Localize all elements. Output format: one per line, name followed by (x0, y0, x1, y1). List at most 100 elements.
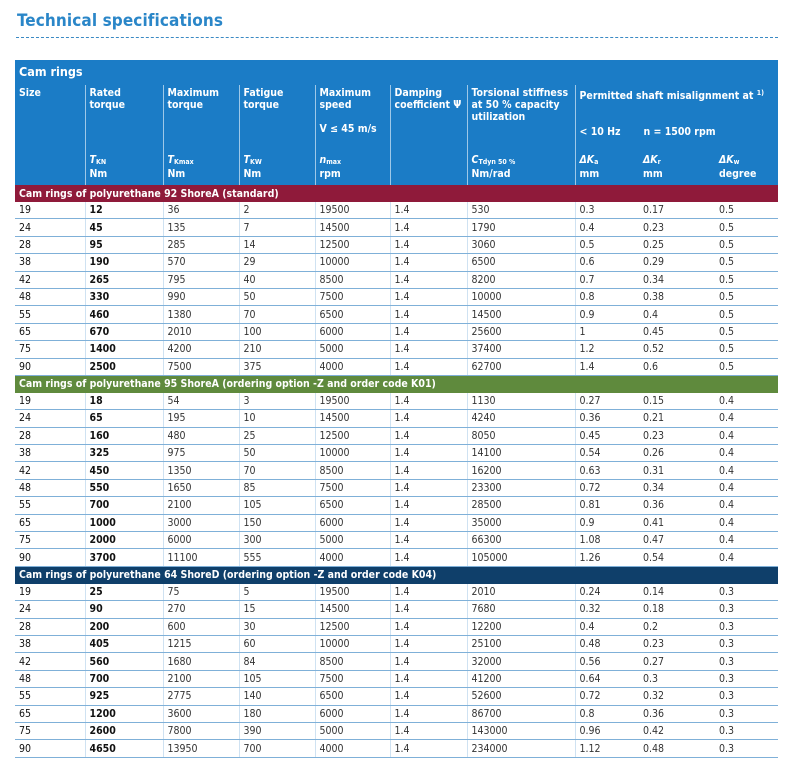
table-cell: 0.3 (715, 687, 779, 706)
table-cell: 0.3 (574, 202, 639, 220)
table-cell: 19500 (314, 583, 390, 602)
table-row: 65 670 2010 100 6000 1.4 25600 1 0.45 0.5 (15, 323, 779, 342)
table-cell: 0.23 (639, 635, 715, 654)
table-row: 24 65 195 10 14500 1.4 4240 0.36 0.21 0.4 (15, 409, 779, 428)
table-cell: 1400 (84, 340, 163, 359)
table-cell: 0.21 (639, 409, 715, 428)
table-cell: 0.3 (715, 670, 779, 689)
table-cell: 143000 (466, 722, 575, 741)
column-header-3: Fatigue torque (238, 85, 315, 147)
table-cell: 1.08 (574, 531, 639, 550)
symbol-sub-1: KN (95, 158, 107, 166)
table-cell: 0.24 (574, 583, 639, 602)
table-cell: 0.4 (715, 427, 779, 446)
table-cell: 1.4 (389, 461, 467, 480)
table-cell: 0.3 (715, 722, 779, 741)
table-cell: 2010 (466, 583, 575, 602)
table-cell: 45 (84, 218, 163, 237)
table-cell: 1.4 (389, 358, 467, 376)
table-cell: 1.4 (389, 253, 467, 272)
table-row: 48 330 990 50 7500 1.4 10000 0.8 0.38 0.5 (15, 288, 779, 307)
table-cell: 0.5 (715, 202, 779, 220)
table-row: 28 200 600 30 12500 1.4 12200 0.4 0.2 0.3 (15, 618, 779, 636)
table-cell: 0.4 (715, 514, 779, 533)
table-cell: 100 (238, 323, 315, 342)
table-cell: 6500 (314, 305, 390, 324)
table-cell: 1.4 (389, 722, 467, 741)
table-cell: 60 (238, 635, 315, 654)
table-row: 38 325 975 50 10000 1.4 14100 0.54 0.26 0.4 (15, 444, 779, 463)
table-cell: 7800 (162, 722, 239, 741)
table-cell: 0.4 (715, 548, 779, 567)
table-row: 24 45 135 7 14500 1.4 1790 0.4 0.23 0.5 (15, 218, 779, 237)
table-cell: 52600 (466, 687, 575, 706)
symbol-sub-4: max (326, 158, 342, 166)
table-cell: 0.5 (715, 236, 779, 255)
table-cell: 55 (15, 496, 85, 515)
table-cell: 12500 (314, 236, 390, 255)
group-title: Cam rings of polyurethane 95 ShoreA (ord… (15, 375, 779, 393)
table-cell: 460 (84, 305, 163, 324)
table-cell: 1.4 (389, 583, 467, 602)
table-cell: 0.96 (574, 722, 639, 741)
table-cell: 5000 (314, 722, 390, 741)
table-cell: 65 (15, 514, 85, 533)
table-cell: 5000 (314, 340, 390, 359)
table-cell: 1130 (466, 392, 575, 411)
table-cell: 29 (238, 253, 315, 272)
radial-condition: n = 1500 rpm (643, 126, 716, 138)
table-cell: 0.4 (639, 305, 715, 324)
table-row: 38 405 1215 60 10000 1.4 25100 0.48 0.23 0.3 (15, 635, 779, 654)
table-cell: 1350 (162, 461, 239, 480)
table-cell: 8500 (314, 271, 390, 289)
table-cell: 0.27 (574, 392, 639, 411)
table-cell: 11100 (162, 548, 239, 567)
table-cell: 0.6 (639, 358, 715, 376)
table-cell: 1.4 (389, 444, 467, 463)
table-cell: 0.42 (639, 722, 715, 741)
table-cell: 0.41 (639, 514, 715, 533)
table-cell: 85 (238, 479, 315, 498)
table-cell: 1.4 (389, 618, 467, 636)
table-row: 28 95 285 14 12500 1.4 3060 0.5 0.25 0.5 (15, 236, 779, 255)
table-cell: 1.4 (389, 323, 467, 342)
table-cell: 405 (84, 635, 163, 654)
table-cell: 24 (15, 600, 85, 619)
table-cell: 0.72 (574, 479, 639, 498)
footnote-marker: 1) (756, 89, 764, 97)
table-cell: 1.4 (389, 652, 467, 671)
table-cell: 1650 (162, 479, 239, 498)
table-cell: 135 (162, 218, 239, 237)
table-cell: 70 (238, 305, 315, 324)
table-cell: 180 (238, 705, 315, 723)
unit-7: mm (579, 168, 600, 180)
table-cell: 38 (15, 253, 85, 272)
table-cell: 975 (162, 444, 239, 463)
axial-condition: < 10 Hz (579, 126, 621, 138)
table-cell: 1.4 (389, 479, 467, 498)
symbol-sub-3: KW (249, 158, 262, 166)
speed-condition: V ≤ 45 m/s (319, 123, 377, 135)
table-cell: 105000 (466, 548, 575, 567)
table-cell: 2 (238, 202, 315, 220)
table-cell: 55 (15, 305, 85, 324)
table-row: 24 90 270 15 14500 1.4 7680 0.32 0.18 0.3 (15, 600, 779, 619)
table-cell: 66300 (466, 531, 575, 550)
table-cell: 555 (238, 548, 315, 567)
table-cell: 600 (162, 618, 239, 636)
table-cell: 0.8 (574, 288, 639, 307)
symbol-8: ΔK (643, 154, 658, 166)
table-cell: 12500 (314, 427, 390, 446)
table-cell: 0.5 (715, 323, 779, 342)
table-cell: 14500 (314, 409, 390, 428)
table-cell: 4240 (466, 409, 575, 428)
table-cell: 1.4 (389, 218, 467, 237)
table-cell: 0.23 (639, 427, 715, 446)
table-cell: 270 (162, 600, 239, 619)
table-cell: 0.64 (574, 670, 639, 689)
symbol-sub-8: r (657, 158, 661, 166)
table-cell: 0.4 (574, 218, 639, 237)
table-cell: 84 (238, 652, 315, 671)
table-cell: 37400 (466, 340, 575, 359)
table-cell: 1.4 (389, 496, 467, 515)
